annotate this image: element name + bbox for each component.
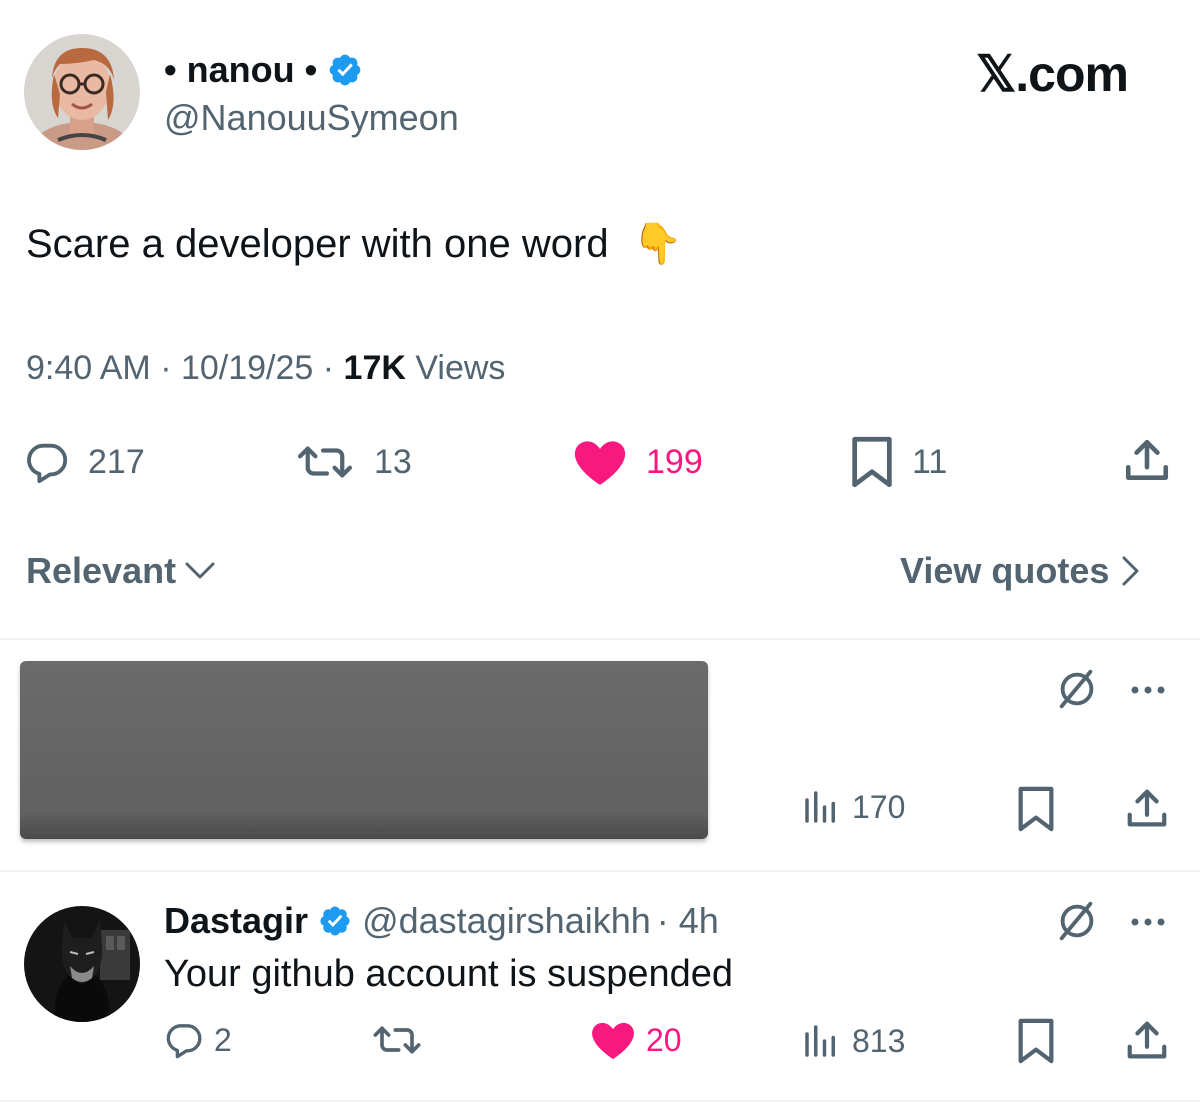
bookmark-icon <box>850 436 894 488</box>
verified-badge-icon <box>318 904 352 938</box>
redacted-reply-block <box>20 661 708 839</box>
reply-icon <box>24 439 70 485</box>
views-count: 17K <box>343 349 406 387</box>
repost-count: 13 <box>374 442 412 481</box>
more-icon <box>1128 908 1172 936</box>
divider <box>0 870 1200 872</box>
reply-author-handle[interactable]: @dastagirshaikhh <box>362 898 651 944</box>
chevron-right-icon <box>1121 555 1141 587</box>
bookmark-count: 11 <box>912 442 948 481</box>
repost-action[interactable]: 13 <box>294 436 412 488</box>
tweet-meta: 9:40 AM · 10/19/25 · 17K Views <box>26 346 505 390</box>
pointing-down-emoji: 👇 <box>632 222 683 266</box>
share-icon <box>1124 786 1170 832</box>
chevron-down-icon <box>184 561 216 581</box>
grok-icon <box>1054 898 1100 944</box>
share-button[interactable] <box>1124 786 1170 832</box>
bookmark-button[interactable] <box>1016 786 1056 832</box>
author-avatar[interactable] <box>24 34 140 150</box>
more-icon <box>1128 676 1172 704</box>
grok-button[interactable] <box>1054 666 1100 712</box>
reply-age: · 4h <box>656 900 719 941</box>
bookmark-button[interactable] <box>1016 1018 1056 1064</box>
divider <box>0 638 1200 640</box>
like-count: 20 <box>646 1021 682 1058</box>
reply-avatar[interactable] <box>24 906 140 1022</box>
like-action[interactable]: 199 <box>572 436 703 488</box>
share-icon <box>1122 436 1172 486</box>
reply-text: Your github account is suspended <box>164 953 734 995</box>
more-button[interactable] <box>1128 908 1172 936</box>
divider <box>0 1100 1200 1102</box>
like-action[interactable]: 20 <box>590 1020 682 1060</box>
reply-header: Dastagir @dastagirshaikhh · 4h <box>164 898 719 944</box>
views-action[interactable]: 170 <box>800 786 905 828</box>
heart-icon <box>590 1020 636 1060</box>
views-icon <box>800 1020 842 1062</box>
brand-logo: 𝕏.com <box>976 46 1129 102</box>
bookmark-icon <box>1016 1018 1056 1064</box>
reply-action[interactable]: 2 <box>164 1020 232 1060</box>
more-button[interactable] <box>1128 676 1172 704</box>
repost-icon <box>294 439 356 485</box>
share-icon <box>1124 1018 1170 1064</box>
reply-action[interactable]: 217 <box>24 436 145 488</box>
author-handle[interactable]: @NanouuSymeon <box>164 96 459 140</box>
repost-icon <box>370 1020 424 1060</box>
view-quotes-link[interactable]: View quotes <box>900 548 1141 594</box>
verified-badge-icon <box>327 52 363 88</box>
reply-icon <box>164 1020 204 1060</box>
tweet-timestamp[interactable]: 9:40 AM · 10/19/25 · <box>26 349 344 387</box>
views-label: Views <box>405 349 506 387</box>
views-count: 170 <box>852 788 906 825</box>
repost-action[interactable] <box>370 1020 424 1060</box>
view-quotes-label: View quotes <box>900 550 1110 591</box>
reply-author-name[interactable]: Dastagir <box>164 898 308 944</box>
tweet-text: Scare a developer with one word 👇 <box>26 216 682 272</box>
sort-dropdown[interactable]: Relevant <box>26 548 216 594</box>
share-button[interactable] <box>1122 436 1172 486</box>
bookmark-action[interactable]: 11 <box>850 436 947 488</box>
views-icon <box>800 786 842 828</box>
heart-icon <box>572 438 628 486</box>
like-count: 199 <box>646 442 703 481</box>
grok-icon <box>1054 666 1100 712</box>
share-button[interactable] <box>1124 1018 1170 1064</box>
reply-count: 2 <box>214 1021 232 1058</box>
grok-button[interactable] <box>1054 898 1100 944</box>
author-name-row[interactable]: • nanou • <box>164 48 363 92</box>
bookmark-icon <box>1016 786 1056 832</box>
tweet-text-content: Scare a developer with one word <box>26 222 609 266</box>
reply-count: 217 <box>88 442 145 481</box>
sort-label: Relevant <box>26 550 177 591</box>
author-display-name[interactable]: • nanou • <box>164 48 317 92</box>
views-count: 813 <box>852 1022 906 1059</box>
views-action[interactable]: 813 <box>800 1020 905 1062</box>
